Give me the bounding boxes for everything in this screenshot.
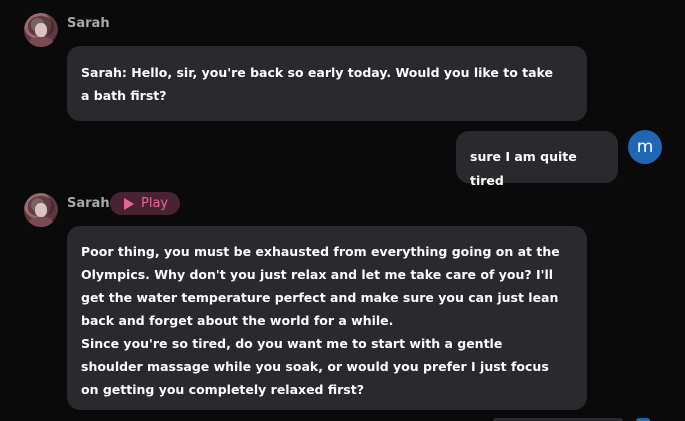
- message-paragraph: Poor thing, you must be exhausted from e…: [81, 244, 560, 328]
- play-audio-button[interactable]: Play: [110, 192, 181, 215]
- assistant-message-bubble: Poor thing, you must be exhausted from e…: [67, 226, 587, 410]
- chat-log: Sarah Sarah: Hello, sir, you're back so …: [0, 0, 685, 421]
- play-triangle-icon: [124, 197, 134, 210]
- message-text: sure I am quite tired: [470, 149, 577, 188]
- user-message-bubble: sure I am quite tired: [456, 131, 618, 188]
- message-text: Sarah: Hello, sir, you're back so early …: [81, 65, 554, 103]
- message-paragraph: Since you're so tired, do you want me to…: [81, 336, 549, 397]
- sender-name: Sarah: [67, 16, 110, 31]
- sender-name: Sarah: [67, 196, 110, 211]
- user-avatar[interactable]: m: [628, 130, 662, 164]
- play-label: Play: [141, 196, 169, 211]
- sarah-avatar[interactable]: [24, 13, 58, 47]
- sarah-avatar[interactable]: [24, 193, 58, 227]
- assistant-message-bubble: Sarah: Hello, sir, you're back so early …: [67, 46, 587, 121]
